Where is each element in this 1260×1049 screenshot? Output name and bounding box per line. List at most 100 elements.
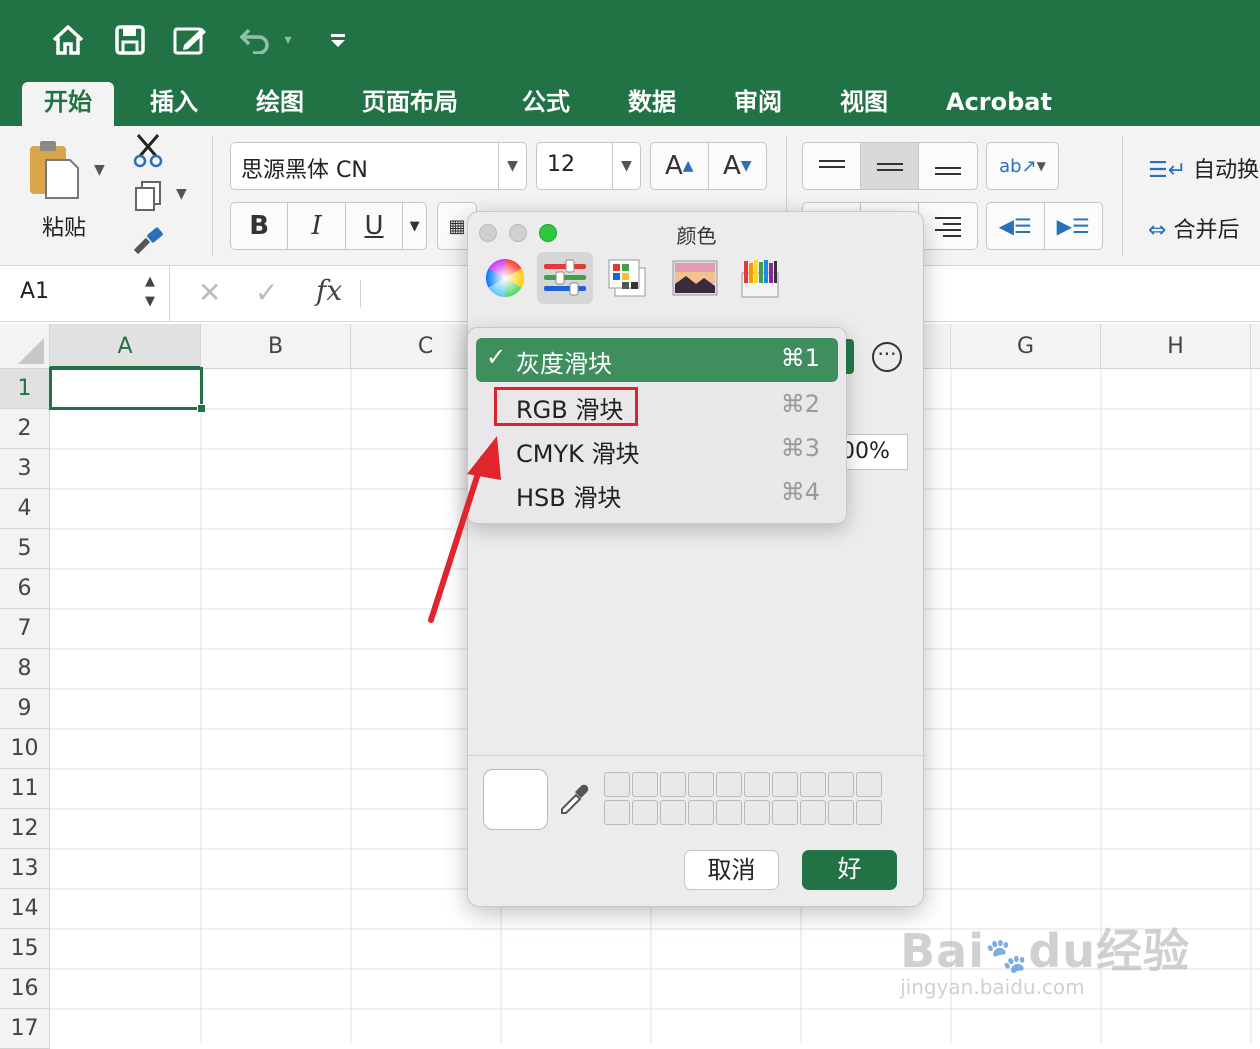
home-icon[interactable] [50,22,86,58]
swatch[interactable] [800,772,826,797]
grow-font-button[interactable]: A ▲ [651,143,709,189]
tab-view[interactable]: 视图 [818,82,910,126]
underline-button[interactable]: U [346,203,404,249]
tab-home[interactable]: 开始 [22,82,114,126]
row-header-11[interactable]: 11 [0,769,50,809]
row-header-6[interactable]: 6 [0,569,50,609]
row-header-3[interactable]: 3 [0,449,50,489]
eyedropper-icon[interactable] [556,783,590,821]
column-header-a[interactable]: A [50,324,201,369]
menu-item-hsb[interactable]: HSB 滑块 ⌘4 [476,472,838,516]
cancel-button[interactable]: 取消 [684,850,779,890]
tab-review[interactable]: 审阅 [712,82,804,126]
row-header-12[interactable]: 12 [0,809,50,849]
ok-button[interactable]: 好 [802,850,897,890]
name-box[interactable]: A1 ▲ ▼ [0,266,170,321]
swatch[interactable] [604,772,630,797]
column-header-b[interactable]: B [201,324,351,369]
swatch[interactable] [856,800,882,825]
wrap-text-button[interactable]: ☰↵ 自动换 [1148,152,1259,184]
row-header-16[interactable]: 16 [0,969,50,1009]
save-icon[interactable] [112,22,148,58]
tab-data[interactable]: 数据 [606,82,698,126]
swatch[interactable] [772,800,798,825]
format-painter-icon[interactable] [132,226,166,260]
paste-dropdown-icon[interactable]: ▼ [94,162,105,178]
row-header-5[interactable]: 5 [0,529,50,569]
align-top-icon[interactable] [803,143,861,189]
row-header-8[interactable]: 8 [0,649,50,689]
swatch[interactable] [604,800,630,825]
swatch[interactable] [688,800,714,825]
row-header-13[interactable]: 13 [0,849,50,889]
select-all-corner[interactable] [0,324,50,369]
swatch[interactable] [660,800,686,825]
decrease-indent-icon[interactable]: ◀☰ [987,203,1045,249]
confirm-entry-icon[interactable]: ✓ [255,276,278,309]
image-palettes-icon[interactable] [667,252,723,304]
font-size-select[interactable]: 12 ▼ [536,142,641,190]
row-header-7[interactable]: 7 [0,609,50,649]
menu-item-cmyk[interactable]: CMYK 滑块 ⌘3 [476,428,838,472]
font-name-select[interactable]: 思源黑体 CN ▼ [230,142,527,190]
undo-dropdown-icon[interactable]: ▾ [276,22,300,58]
swatch[interactable] [828,772,854,797]
text-orientation-icon[interactable]: ab↗ ▼ [987,143,1058,189]
bold-button[interactable]: B [231,203,289,249]
swatch[interactable] [744,772,770,797]
fill-handle[interactable] [197,404,206,413]
italic-button[interactable]: I [288,203,346,249]
shrink-font-button[interactable]: A ▼ [709,143,767,189]
swatch[interactable] [716,772,742,797]
name-box-stepper-icon[interactable]: ▲ ▼ [145,272,155,312]
tab-page-layout[interactable]: 页面布局 [340,82,480,126]
copy-dropdown-icon[interactable]: ▼ [176,186,187,202]
row-header-1[interactable]: 1 [0,369,50,409]
underline-dropdown-icon[interactable]: ▼ [403,203,426,249]
swatch[interactable] [744,800,770,825]
chevron-down-icon[interactable]: ▼ [612,143,640,189]
undo-icon[interactable] [238,22,274,58]
row-header-14[interactable]: 14 [0,889,50,929]
swatch[interactable] [772,772,798,797]
row-header-4[interactable]: 4 [0,489,50,529]
color-palettes-icon[interactable] [600,252,656,304]
cut-icon[interactable] [132,132,164,172]
swatch[interactable] [800,800,826,825]
orientation-button[interactable]: ab↗ ▼ [986,142,1059,190]
row-header-2[interactable]: 2 [0,409,50,449]
increase-indent-icon[interactable]: ▶☰ [1045,203,1103,249]
insert-function-button[interactable]: fx [316,274,342,307]
active-cell-a1[interactable] [49,367,203,410]
swatch[interactable] [688,772,714,797]
chevron-down-icon[interactable]: ▼ [498,143,526,189]
swatch[interactable] [632,800,658,825]
tab-acrobat[interactable]: Acrobat [924,82,1074,126]
swatch[interactable] [660,772,686,797]
tab-draw[interactable]: 绘图 [234,82,326,126]
menu-item-grayscale[interactable]: ✓ 灰度滑块 ⌘1 [476,338,838,382]
tab-insert[interactable]: 插入 [128,82,220,126]
more-options-icon[interactable]: ··· [872,342,902,372]
tab-formulas[interactable]: 公式 [500,82,592,126]
column-header-g[interactable]: G [951,324,1101,369]
swatch[interactable] [828,800,854,825]
align-middle-icon[interactable] [861,143,919,189]
paste-label[interactable]: 粘贴 [42,210,86,242]
row-header-15[interactable]: 15 [0,929,50,969]
cancel-entry-icon[interactable]: ✕ [198,276,221,309]
paste-icon[interactable] [26,138,82,202]
slider-mode-popup-edge[interactable] [846,339,854,374]
color-sliders-icon[interactable] [537,252,593,304]
edit-icon[interactable] [172,22,208,58]
swatch[interactable] [856,772,882,797]
align-bottom-icon[interactable] [919,143,977,189]
row-header-17[interactable]: 17 [0,1009,50,1049]
merge-center-button[interactable]: ⇔ 合并后 [1148,212,1239,244]
customize-icon[interactable] [320,22,356,58]
swatch[interactable] [632,772,658,797]
column-header-h[interactable]: H [1101,324,1251,369]
color-wheel-icon[interactable] [477,252,533,304]
swatch[interactable] [716,800,742,825]
row-header-9[interactable]: 9 [0,689,50,729]
